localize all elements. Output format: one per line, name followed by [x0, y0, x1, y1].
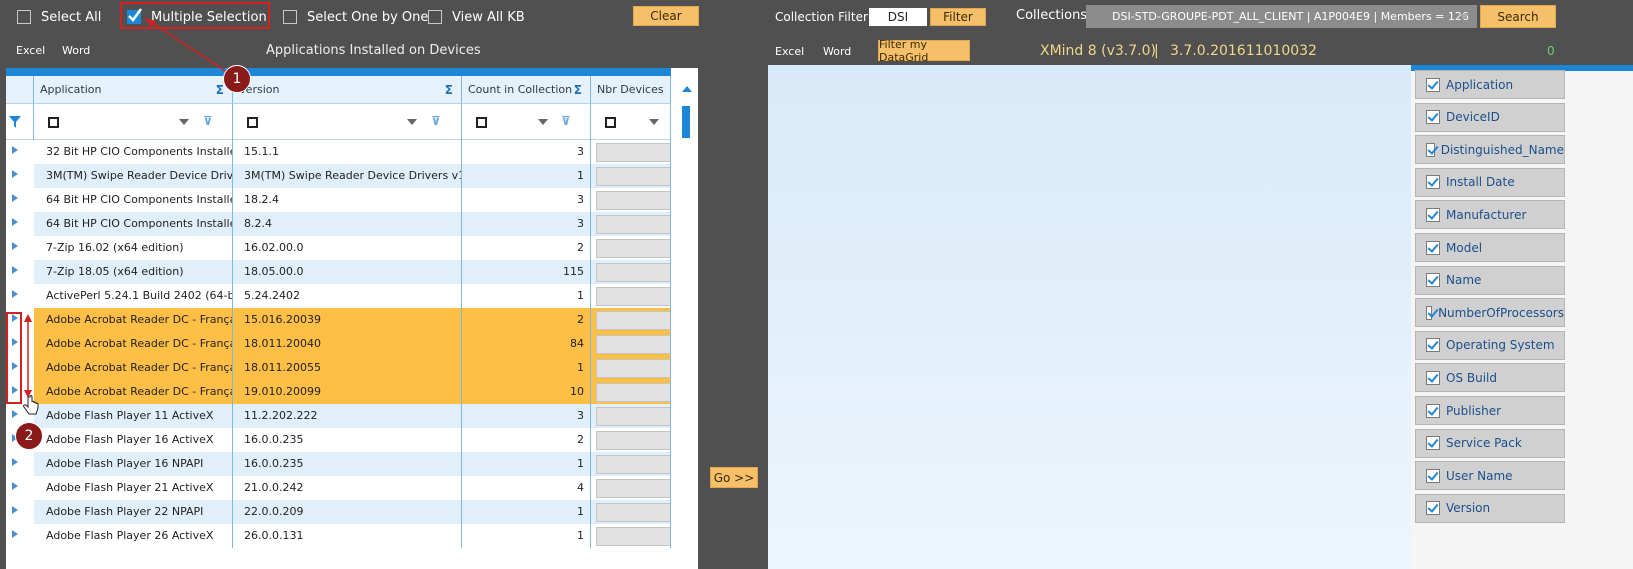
hand-cursor-icon [23, 395, 39, 415]
arrow-up-icon [24, 314, 32, 322]
annotation-badge-1: 1 [223, 65, 251, 93]
callout-arrow-1 [144, 17, 237, 79]
annotation-badge-2: 2 [15, 422, 43, 450]
selection-bracket [6, 312, 22, 404]
arrow-head-icon [145, 18, 156, 27]
